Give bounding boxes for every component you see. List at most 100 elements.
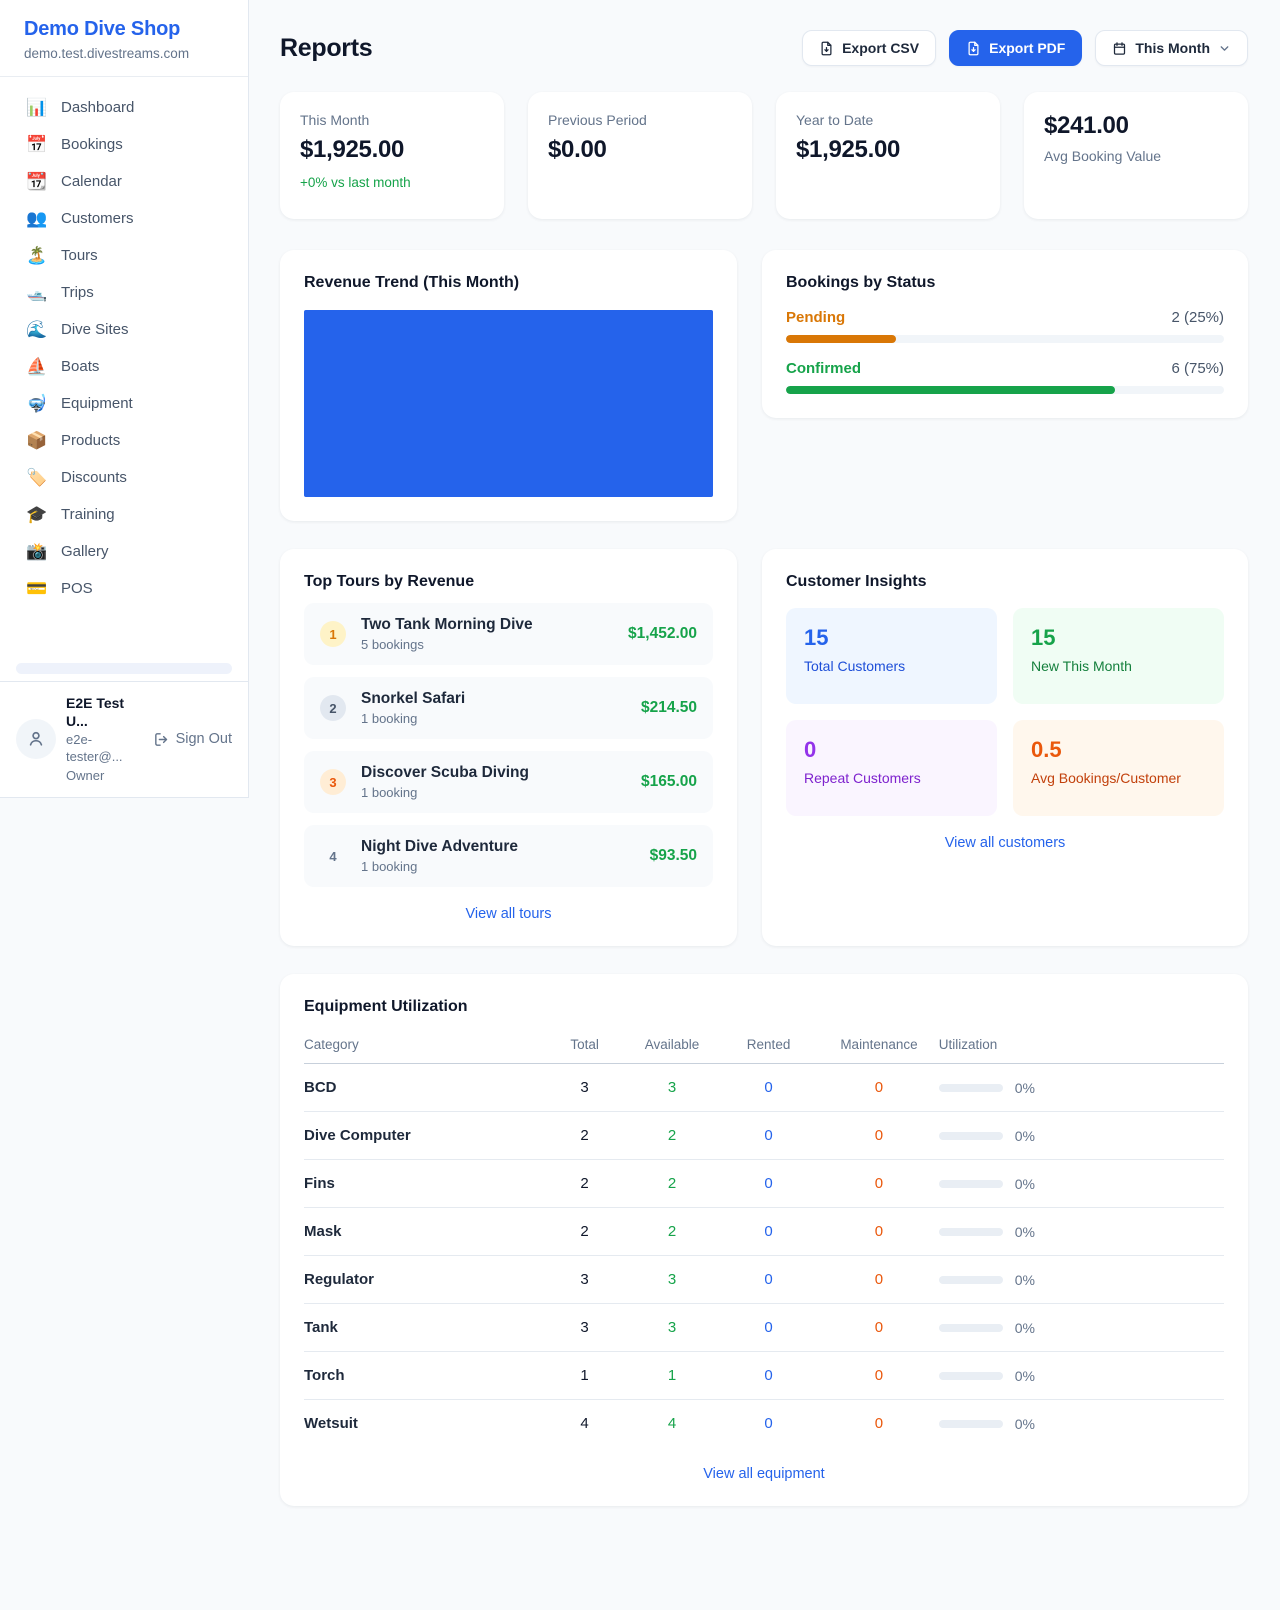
progress-fill <box>786 335 896 343</box>
table-row: Torch 1 1 0 0 0% <box>304 1352 1224 1400</box>
sidebar-item-discounts[interactable]: 🏷️ Discounts <box>16 459 232 496</box>
stat-value: $1,925.00 <box>796 136 980 164</box>
user-email: e2e-tester@... <box>66 732 143 766</box>
stat-value: $0.00 <box>548 136 732 164</box>
utilization-pct: 0% <box>1015 1224 1035 1240</box>
bar-chart-icon: 📊 <box>26 99 48 116</box>
tour-name: Snorkel Safari <box>361 690 465 708</box>
export-pdf-button[interactable]: Export PDF <box>949 30 1082 66</box>
tour-name: Night Dive Adventure <box>361 838 518 856</box>
sidebar-item-gallery[interactable]: 📸 Gallery <box>16 533 232 570</box>
status-row-confirmed: Confirmed 6 (75%) <box>786 360 1224 394</box>
graduation-cap-icon: 🎓 <box>26 506 48 523</box>
user-footer: E2E Test U... e2e-tester@... Owner Sign … <box>0 681 248 797</box>
tour-bookings: 1 booking <box>361 711 465 726</box>
status-label: Confirmed <box>786 360 861 377</box>
col-header-utilization: Utilization <box>939 1024 1224 1064</box>
tile-value: 0 <box>804 737 979 763</box>
equipment-utilization-card: Equipment Utilization Category Total Ava… <box>280 974 1248 1506</box>
rented-cell: 0 <box>718 1256 819 1304</box>
tour-amount: $214.50 <box>641 699 697 717</box>
motorboat-icon: 🛥️ <box>26 284 48 301</box>
progress-fill <box>786 386 1115 394</box>
user-role: Owner <box>66 768 143 785</box>
available-cell: 3 <box>626 1064 718 1112</box>
sidebar-item-dive-sites[interactable]: 🌊 Dive Sites <box>16 311 232 348</box>
active-nav-item-partial[interactable] <box>16 663 232 674</box>
utilization-bar <box>939 1228 1003 1236</box>
revenue-trend-title: Revenue Trend (This Month) <box>304 274 713 292</box>
sidebar-item-products[interactable]: 📦 Products <box>16 422 232 459</box>
sidebar-item-label: Discounts <box>61 469 127 486</box>
utilization-cell: 0% <box>939 1256 1224 1304</box>
rented-cell: 0 <box>718 1208 819 1256</box>
brand-domain: demo.test.divestreams.com <box>24 46 224 61</box>
app-root: Demo Dive Shop demo.test.divestreams.com… <box>0 0 1280 1610</box>
sidebar-item-training[interactable]: 🎓 Training <box>16 496 232 533</box>
stat-card-year-to-date: Year to Date $1,925.00 <box>776 92 1000 219</box>
view-all-tours-link[interactable]: View all tours <box>304 906 713 922</box>
available-cell: 3 <box>626 1304 718 1352</box>
rented-cell: 0 <box>718 1304 819 1352</box>
sidebar-item-label: Products <box>61 432 120 449</box>
sidebar-item-calendar[interactable]: 📆 Calendar <box>16 163 232 200</box>
bookings-by-status-card: Bookings by Status Pending 2 (25%) Confi… <box>762 250 1248 418</box>
stat-delta: +0% vs last month <box>300 175 484 190</box>
col-header-maintenance: Maintenance <box>819 1024 939 1064</box>
total-cell: 2 <box>543 1112 626 1160</box>
available-cell: 3 <box>626 1256 718 1304</box>
period-dropdown[interactable]: This Month <box>1095 30 1248 66</box>
rented-cell: 0 <box>718 1352 819 1400</box>
available-cell: 2 <box>626 1208 718 1256</box>
category-cell: Fins <box>304 1160 543 1208</box>
tile-label: Repeat Customers <box>804 770 979 786</box>
tear-calendar-icon: 📆 <box>26 173 48 190</box>
sign-out-button[interactable]: Sign Out <box>153 731 232 748</box>
maintenance-cell: 0 <box>819 1160 939 1208</box>
sidebar-item-pos[interactable]: 💳 POS <box>16 570 232 607</box>
stat-label: Avg Booking Value <box>1044 148 1228 164</box>
utilization-bar <box>939 1180 1003 1188</box>
view-all-customers-link[interactable]: View all customers <box>786 835 1224 851</box>
available-cell: 2 <box>626 1160 718 1208</box>
tile-avg-bookings-customer: 0.5 Avg Bookings/Customer <box>1013 720 1224 816</box>
utilization-bar <box>939 1132 1003 1140</box>
insight-tiles: 15 Total Customers 15 New This Month 0 R… <box>786 608 1224 816</box>
sidebar-item-boats[interactable]: ⛵ Boats <box>16 348 232 385</box>
table-row: Regulator 3 3 0 0 0% <box>304 1256 1224 1304</box>
page-title: Reports <box>280 34 372 63</box>
tour-bookings: 5 bookings <box>361 637 533 652</box>
package-icon: 📦 <box>26 432 48 449</box>
sidebar-item-equipment[interactable]: 🤿 Equipment <box>16 385 232 422</box>
calendar-icon <box>1112 41 1127 56</box>
rented-cell: 0 <box>718 1400 819 1448</box>
sidebar-item-customers[interactable]: 👥 Customers <box>16 200 232 237</box>
status-row-pending: Pending 2 (25%) <box>786 309 1224 343</box>
sidebar-item-bookings[interactable]: 📅 Bookings <box>16 126 232 163</box>
utilization-bar <box>939 1276 1003 1284</box>
sidebar-item-label: Gallery <box>61 543 109 560</box>
maintenance-cell: 0 <box>819 1112 939 1160</box>
export-csv-button[interactable]: Export CSV <box>802 30 936 66</box>
category-cell: Wetsuit <box>304 1400 543 1448</box>
rank-badge: 1 <box>320 621 346 647</box>
tile-repeat-customers: 0 Repeat Customers <box>786 720 997 816</box>
sidebar-item-dashboard[interactable]: 📊 Dashboard <box>16 89 232 126</box>
utilization-bar <box>939 1372 1003 1380</box>
maintenance-cell: 0 <box>819 1400 939 1448</box>
category-cell: BCD <box>304 1064 543 1112</box>
col-header-available: Available <box>626 1024 718 1064</box>
view-all-equipment-link[interactable]: View all equipment <box>304 1466 1224 1482</box>
col-header-rented: Rented <box>718 1024 819 1064</box>
rank-badge: 3 <box>320 769 346 795</box>
sidebar-item-tours[interactable]: 🏝️ Tours <box>16 237 232 274</box>
brand-name[interactable]: Demo Dive Shop <box>24 18 224 41</box>
sidebar-item-trips[interactable]: 🛥️ Trips <box>16 274 232 311</box>
tour-name: Two Tank Morning Dive <box>361 616 533 634</box>
utilization-pct: 0% <box>1015 1176 1035 1192</box>
stat-value: $241.00 <box>1044 112 1228 140</box>
sidebar: Demo Dive Shop demo.test.divestreams.com… <box>0 0 249 798</box>
total-cell: 2 <box>543 1160 626 1208</box>
credit-card-icon: 💳 <box>26 580 48 597</box>
table-row: Dive Computer 2 2 0 0 0% <box>304 1112 1224 1160</box>
